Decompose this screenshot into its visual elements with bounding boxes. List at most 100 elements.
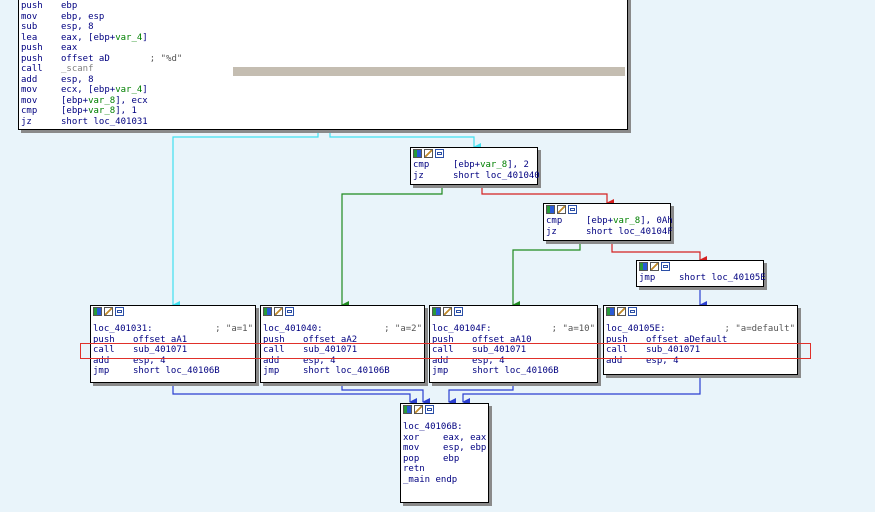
scrollbar-thumb[interactable] bbox=[233, 67, 625, 76]
comment-icon[interactable] bbox=[568, 205, 577, 214]
block-toolbar bbox=[401, 404, 488, 416]
instruction-line[interactable]: pop ebp bbox=[403, 454, 486, 465]
operand: eax bbox=[61, 43, 78, 53]
operand: short loc_40106B bbox=[133, 366, 220, 376]
operand: ecx, [ebp+var_4] bbox=[61, 85, 148, 95]
instruction-line[interactable]: mov esp, ebp bbox=[403, 443, 486, 454]
edge-cmp10-to-jmp bbox=[611, 241, 707, 264]
operand: ebp bbox=[61, 1, 78, 11]
instruction-line[interactable]: push eax bbox=[21, 43, 625, 54]
operand: short loc_40106B bbox=[303, 366, 390, 376]
comment-icon[interactable] bbox=[285, 307, 294, 316]
mnemonic: push bbox=[21, 43, 43, 53]
main-entry-block[interactable]: push ebp mov ebp, esp sub esp, 8 lea eax, [ebp+… bbox=[18, 0, 628, 130]
instruction-line[interactable]: mov ecx, [ebp+var_4] bbox=[21, 85, 625, 96]
graph-color-icon[interactable] bbox=[263, 307, 272, 316]
jmp-default-block[interactable]: jmp short loc_40105E bbox=[636, 260, 766, 287]
instruction-line[interactable]: jz short loc_401031 bbox=[21, 117, 625, 128]
operand: eax, eax bbox=[443, 432, 487, 443]
instruction-line[interactable]: cmp [ebp+var_8], 1 bbox=[21, 106, 625, 117]
selection-highlight bbox=[80, 343, 811, 359]
instruction-line[interactable]: jmp short loc_40105E bbox=[639, 273, 766, 284]
jmp-default-code: jmp short loc_40105E bbox=[637, 273, 766, 284]
edit-icon[interactable] bbox=[617, 307, 626, 316]
edit-icon[interactable] bbox=[650, 262, 659, 271]
instruction-line[interactable]: jz short loc_401040 bbox=[413, 170, 540, 182]
comment-icon[interactable] bbox=[628, 307, 637, 316]
mnemonic: push bbox=[21, 53, 43, 64]
inline-comment: ; "%d" bbox=[149, 53, 183, 64]
mnemonic: jmp bbox=[639, 273, 656, 283]
instruction-line[interactable]: lea eax, [ebp+var_4] bbox=[21, 33, 625, 44]
operand: [ebp+var_8], 1 bbox=[61, 106, 137, 116]
cmp-2-block[interactable]: cmp [ebp+var_8], 2 jz short loc_401040 bbox=[410, 147, 540, 185]
graph-color-icon[interactable] bbox=[93, 307, 102, 316]
case-default-block[interactable]: loc_40105E:; "a=default" push offset aDefa… bbox=[603, 305, 798, 375]
instruction-line[interactable]: jmp short loc_40106B bbox=[432, 366, 595, 377]
instruction-line[interactable]: jmp short loc_40106B bbox=[93, 366, 253, 377]
instruction-line[interactable]: mov ebp, esp bbox=[21, 12, 625, 23]
edge-cmp2-to-loc401040 bbox=[341, 185, 443, 309]
instruction-line[interactable]: sub esp, 8 bbox=[21, 22, 625, 33]
mnemonic: push bbox=[21, 1, 43, 11]
edit-icon[interactable] bbox=[443, 307, 452, 316]
block-label-line: loc_40104F: ; "a=10" bbox=[432, 324, 595, 335]
mnemonic: mov bbox=[21, 11, 38, 22]
string-comment: ; "a=default" bbox=[724, 324, 795, 334]
edit-icon[interactable] bbox=[104, 307, 113, 316]
graph-color-icon[interactable] bbox=[432, 307, 441, 316]
edit-icon[interactable] bbox=[274, 307, 283, 316]
block-toolbar bbox=[261, 306, 424, 318]
instruction-line[interactable]: jz short loc_40104F bbox=[546, 226, 673, 238]
edge-main-to-cmp2 bbox=[329, 130, 481, 151]
mnemonic: cmp bbox=[546, 216, 563, 226]
comment-icon[interactable] bbox=[425, 405, 434, 414]
block-label: loc_40104F: bbox=[432, 324, 492, 334]
graph-color-icon[interactable] bbox=[403, 405, 412, 414]
instruction-line[interactable]: push offset aD ; "%d" bbox=[21, 54, 625, 65]
block-toolbar bbox=[91, 306, 255, 318]
instruction-line[interactable]: mov [ebp+var_8], ecx bbox=[21, 96, 625, 107]
instruction-line[interactable]: retn bbox=[403, 464, 486, 475]
mnemonic: jz bbox=[546, 226, 557, 237]
edge-cmp10-to-loc40104F bbox=[512, 241, 581, 309]
graph-color-icon[interactable] bbox=[546, 205, 555, 214]
block-label: loc_40105E: bbox=[606, 324, 666, 334]
comment-icon[interactable] bbox=[115, 307, 124, 316]
mnemonic: jz bbox=[413, 170, 424, 181]
instruction-line[interactable]: add esp, 8 bbox=[21, 75, 625, 86]
instruction-line[interactable]: cmp [ebp+var_8], 2 bbox=[413, 160, 535, 171]
mnemonic: jmp bbox=[93, 366, 110, 376]
comment-icon[interactable] bbox=[661, 262, 670, 271]
comment-icon[interactable] bbox=[454, 307, 463, 316]
instruction-line[interactable]: xor eax, eax bbox=[403, 433, 486, 444]
function-end-label: _main endp bbox=[403, 474, 458, 485]
block-toolbar bbox=[604, 306, 797, 318]
operand: esp, ebp bbox=[443, 443, 487, 453]
graph-color-icon[interactable] bbox=[606, 307, 615, 316]
edit-icon[interactable] bbox=[414, 405, 423, 414]
graph-color-icon[interactable] bbox=[413, 149, 422, 158]
edge-case3-to-end bbox=[448, 383, 514, 406]
comment-icon[interactable] bbox=[435, 149, 444, 158]
instruction-line[interactable]: cmp [ebp+var_8], 0Ah bbox=[546, 216, 673, 227]
graph-color-icon[interactable] bbox=[639, 262, 648, 271]
instruction-line[interactable]: jmp short loc_40106B bbox=[263, 366, 422, 377]
edit-icon[interactable] bbox=[424, 149, 433, 158]
operand: short loc_40106B bbox=[472, 366, 559, 376]
mnemonic: mov bbox=[21, 85, 38, 95]
mnemonic: retn bbox=[403, 464, 425, 474]
mnemonic: jmp bbox=[432, 366, 449, 376]
string-comment: ; "a=1" bbox=[215, 324, 253, 334]
instruction-line[interactable]: push ebp bbox=[21, 1, 625, 12]
operand: short loc_401040 bbox=[453, 170, 540, 181]
cmp-10-block[interactable]: cmp [ebp+var_8], 0Ah jz short loc_40104F bbox=[543, 203, 673, 241]
mnemonic: pop bbox=[403, 453, 420, 464]
block-label: loc_40106B: bbox=[403, 422, 463, 432]
end-block[interactable]: loc_40106B: xor eax, eax mov esp, ebp pop ebp r… bbox=[400, 403, 489, 503]
block-toolbar bbox=[411, 148, 537, 160]
block-label-line: loc_401040: ; "a=2" bbox=[263, 324, 422, 335]
edit-icon[interactable] bbox=[557, 205, 566, 214]
string-comment: ; "a=2" bbox=[384, 324, 422, 334]
operand: eax, [ebp+var_4] bbox=[61, 32, 148, 43]
